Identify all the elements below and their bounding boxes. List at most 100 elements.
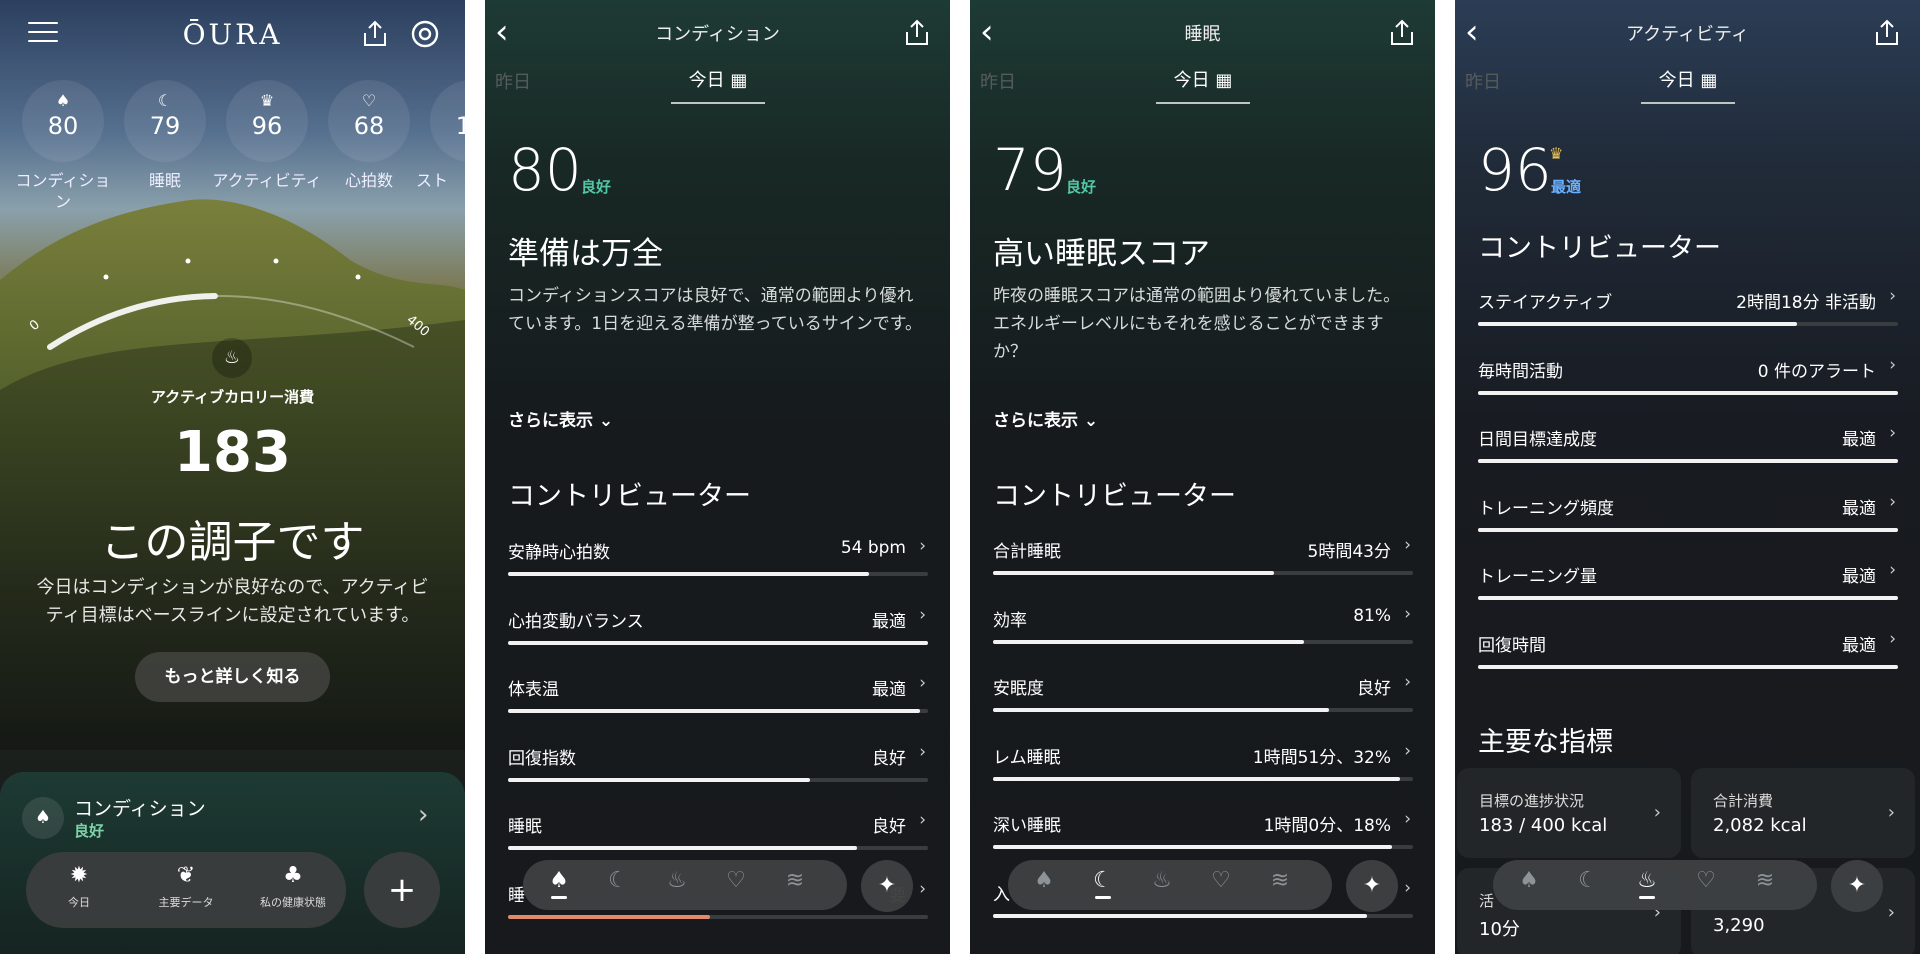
contributor-row[interactable]: 毎時間活動 0 件のアラート ›: [1478, 354, 1898, 413]
tab-today[interactable]: ✹ 今日: [26, 862, 132, 910]
sprout-icon[interactable]: ♠: [1509, 868, 1549, 893]
heart-icon[interactable]: ♡: [1201, 868, 1241, 893]
contributor-value: 最適: [1842, 430, 1876, 450]
flame-icon[interactable]: ♨: [1627, 868, 1667, 899]
metric-card[interactable]: 合計消費 2,082 kcal ›: [1691, 768, 1915, 858]
stress-icon[interactable]: ≋: [1260, 868, 1300, 893]
tab-yesterday[interactable]: 昨日: [1465, 68, 1501, 94]
score-status: 最適: [1551, 178, 1582, 196]
chevron-right-icon: ›: [1889, 491, 1896, 512]
sprout-icon[interactable]: ♠: [1024, 868, 1064, 893]
contributor-row[interactable]: ステイアクティブ 2時間18分 非活動 ›: [1478, 286, 1898, 344]
contributor-bar: [993, 639, 1413, 644]
ring-sleep[interactable]: ☾ 79: [124, 80, 206, 162]
page-title: 睡眠: [1184, 24, 1221, 45]
stress-icon[interactable]: ≋: [1745, 868, 1785, 893]
contributor-bar: [993, 845, 1413, 849]
tab-today[interactable]: 今日 ▦: [1641, 66, 1735, 104]
share-icon[interactable]: [900, 16, 934, 50]
contributor-bar-fill: [1478, 459, 1898, 463]
contributor-bar: [1478, 390, 1898, 395]
chevron-right-icon: ›: [1404, 809, 1411, 829]
heart-icon[interactable]: ♡: [1686, 868, 1726, 893]
contributor-row[interactable]: 効率 81% ›: [993, 604, 1413, 662]
chevron-right-icon: ›: [919, 604, 926, 625]
contributor-bar-fill: [1478, 527, 1898, 532]
add-button[interactable]: +: [364, 852, 440, 928]
contributor-bar-fill: [993, 776, 1401, 781]
tab-today[interactable]: 今日 ▦: [1156, 66, 1250, 104]
metric-label: 合計消費: [1713, 792, 1774, 810]
ring-settings-icon[interactable]: [408, 17, 442, 51]
tab-my-health[interactable]: ♣ 私の健康状態: [240, 862, 346, 910]
ring-activity[interactable]: ♛ 96: [226, 80, 308, 162]
contributor-row[interactable]: 安静時心拍数 54 bpm ›: [508, 536, 928, 594]
page-title: コンディション: [655, 24, 780, 45]
learn-more-button[interactable]: もっと詳しく知る: [135, 652, 330, 702]
show-more-button[interactable]: さらに表示 ⌄: [508, 406, 613, 431]
share-icon[interactable]: [1385, 16, 1419, 50]
active-calories-label: アクティブカロリー消費: [150, 388, 315, 406]
contributors-title: コントリビューター: [508, 481, 751, 512]
headline: 高い睡眠スコア: [993, 236, 1210, 272]
contributor-label: 日間目標達成度: [1478, 430, 1597, 450]
chevron-right-icon[interactable]: ›: [418, 800, 428, 830]
contributor-row[interactable]: 体表温 最適 ›: [508, 673, 928, 731]
share-icon[interactable]: [358, 17, 392, 51]
moon-icon[interactable]: ☾: [1083, 868, 1123, 899]
heart-icon[interactable]: ♡: [716, 868, 756, 893]
show-more-label: さらに表示: [508, 411, 593, 431]
contributor-row[interactable]: 回復時間 最適 ›: [1478, 629, 1898, 687]
contributor-row[interactable]: レム睡眠 1時間51分、32% ›: [993, 741, 1413, 799]
leaf-icon: ❦: [176, 863, 196, 888]
tab-yesterday[interactable]: 昨日: [980, 68, 1016, 94]
flame-icon[interactable]: ♨: [1142, 868, 1182, 893]
contributor-bar-fill: [1478, 664, 1898, 669]
gauge-max-label: 400: [403, 313, 432, 340]
moon-icon[interactable]: ☾: [1568, 868, 1608, 893]
contributor-row[interactable]: トレーニング頻度 最適 ›: [1478, 491, 1898, 550]
ai-sparkle-button[interactable]: ✦: [1831, 860, 1883, 912]
active-calories-value: 183: [174, 420, 291, 485]
contributor-label: レム睡眠: [993, 747, 1061, 768]
calorie-gauge: 0 400: [28, 258, 432, 350]
contributor-row[interactable]: 日間目標達成度 最適 ›: [1478, 423, 1898, 481]
moon-icon[interactable]: ☾: [598, 868, 638, 893]
metric-card[interactable]: 目標の進捗状況 183 / 400 kcal ›: [1457, 768, 1681, 858]
calendar-icon[interactable]: ▦: [1700, 70, 1717, 91]
sprout-icon[interactable]: ♠: [539, 868, 579, 899]
stress-icon[interactable]: ≋: [775, 868, 815, 893]
ai-sparkle-button[interactable]: ✦: [861, 860, 913, 912]
ai-sparkle-button[interactable]: ✦: [1346, 860, 1398, 912]
contributor-value: 81%: [1353, 605, 1391, 626]
contributor-bar-fill: [993, 913, 1367, 918]
contributor-row[interactable]: 合計睡眠 5時間43分 ›: [993, 535, 1413, 593]
contributor-bar: [508, 777, 928, 782]
chevron-down-icon: ⌄: [1083, 411, 1099, 431]
contributor-row[interactable]: 深い睡眠 1時間0分、18% ›: [993, 809, 1413, 867]
contributor-row[interactable]: 心拍変動バランス 最適 ›: [508, 604, 928, 663]
tab-yesterday[interactable]: 昨日: [495, 68, 531, 94]
contributor-row[interactable]: 安眠度 良好 ›: [993, 672, 1413, 730]
contributor-row[interactable]: トレーニング量 最適 ›: [1478, 560, 1898, 618]
ring-heart-rate[interactable]: ♡ 68: [328, 80, 410, 162]
calendar-icon[interactable]: ▦: [730, 70, 747, 91]
float-nav-bar: ♠ ☾ ♨ ♡ ≋: [1493, 860, 1817, 910]
score-value: 80: [508, 136, 582, 204]
contributor-label: トレーニング量: [1478, 567, 1597, 587]
ring-stress[interactable]: ≈ 15: [430, 80, 465, 162]
contributor-bar-fill: [1478, 322, 1798, 326]
home-screen: ŌURA ♠ 80 ☾ 79 ♛ 96 ♡ 68 ≈ 15 コンディション 睡眠…: [0, 0, 465, 954]
calendar-icon[interactable]: ▦: [1215, 70, 1232, 91]
flame-icon[interactable]: ♨: [657, 868, 697, 893]
show-more-button[interactable]: さらに表示 ⌄: [993, 406, 1098, 431]
contributor-value: 良好: [872, 748, 906, 769]
ring-readiness[interactable]: ♠ 80: [22, 80, 104, 162]
contributor-row[interactable]: 回復指数 良好 ›: [508, 741, 928, 800]
page-title: アクティビティ: [1626, 24, 1749, 45]
chevron-right-icon: ›: [919, 741, 926, 762]
tab-key-data[interactable]: ❦ 主要データ: [133, 862, 239, 910]
share-icon[interactable]: [1870, 16, 1904, 50]
tab-today[interactable]: 今日 ▦: [671, 66, 765, 104]
chevron-right-icon: ›: [1889, 354, 1896, 375]
